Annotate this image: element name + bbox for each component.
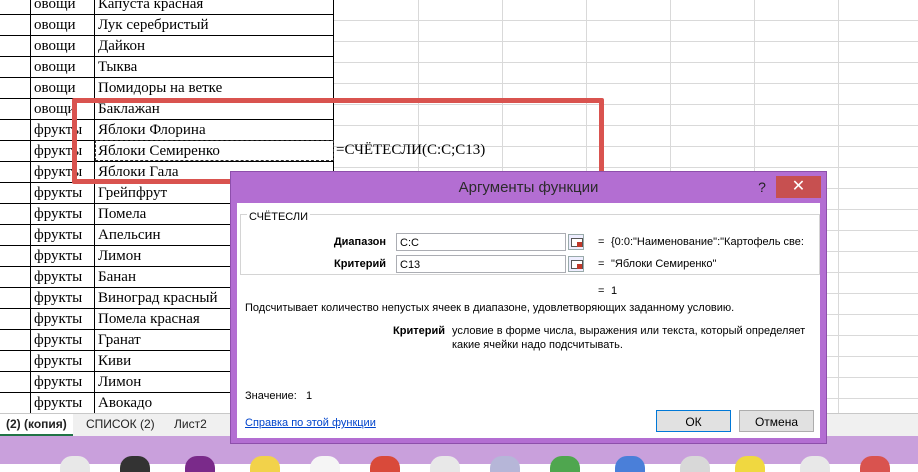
- taskbar-app-icon[interactable]: [735, 456, 765, 472]
- criteria-input[interactable]: C13: [396, 255, 566, 273]
- cell-empty[interactable]: [0, 246, 31, 267]
- taskbar-app-icon[interactable]: [800, 456, 830, 472]
- cell-empty[interactable]: [0, 120, 31, 141]
- taskbar-app-icon[interactable]: [310, 456, 340, 472]
- cell-empty[interactable]: [0, 372, 31, 393]
- dialog-body: СЧЁТЕСЛИ Диапазон C:C = {0:0:"Наименован…: [237, 203, 820, 438]
- close-button[interactable]: ✕: [776, 176, 821, 198]
- dialog-title: Аргументы функции: [458, 179, 599, 196]
- category-cell[interactable]: фрукты: [31, 267, 95, 288]
- column-divider: [838, 0, 839, 413]
- taskbar-app-icon[interactable]: [185, 456, 215, 472]
- tab-sheet-copy[interactable]: (2) (копия): [0, 414, 73, 436]
- category-cell[interactable]: фрукты: [31, 225, 95, 246]
- category-cell[interactable]: фрукты: [31, 330, 95, 351]
- product-name-cell[interactable]: Тыква: [95, 57, 334, 78]
- table-row[interactable]: овощи Тыква: [0, 57, 334, 78]
- cell-empty[interactable]: [0, 309, 31, 330]
- tab-list2[interactable]: Лист2: [168, 414, 213, 434]
- taskbar-app-icon[interactable]: [860, 456, 890, 472]
- cell-empty[interactable]: [0, 267, 31, 288]
- help-icon[interactable]: ?: [751, 176, 773, 198]
- range-input[interactable]: C:C: [396, 233, 566, 251]
- cell-empty[interactable]: [0, 99, 31, 120]
- cell-empty[interactable]: [0, 141, 31, 162]
- cell-empty[interactable]: [0, 393, 31, 413]
- cell-empty[interactable]: [0, 162, 31, 183]
- cell-empty[interactable]: [0, 36, 31, 57]
- table-row[interactable]: овощи Дайкон: [0, 36, 334, 57]
- cell-empty[interactable]: [0, 15, 31, 36]
- category-cell[interactable]: овощи: [31, 36, 95, 57]
- category-cell[interactable]: фрукты: [31, 288, 95, 309]
- cell-empty[interactable]: [0, 288, 31, 309]
- function-name: СЧЁТЕСЛИ: [247, 211, 311, 223]
- taskbar-app-icon[interactable]: [370, 456, 400, 472]
- cell-empty[interactable]: [0, 225, 31, 246]
- function-arguments-dialog: Аргументы функции ? ✕ СЧЁТЕСЛИ Диапазон …: [230, 171, 827, 444]
- function-description: Подсчитывает количество непустых ячеек в…: [245, 302, 735, 314]
- cell-empty[interactable]: [0, 183, 31, 204]
- category-cell[interactable]: фрукты: [31, 351, 95, 372]
- product-name-cell[interactable]: Лук серебристый: [95, 15, 334, 36]
- range-result: {0:0:"Наименование":"Картофель све:: [611, 236, 804, 248]
- category-cell[interactable]: фрукты: [31, 393, 95, 413]
- cell-empty[interactable]: [0, 204, 31, 225]
- table-row[interactable]: овощи Помидоры на ветке: [0, 78, 334, 99]
- argument-help-label: Критерий: [393, 325, 445, 337]
- equals-sign: =: [598, 285, 605, 297]
- cancel-button[interactable]: Отмена: [739, 410, 814, 432]
- range-label: Диапазон: [333, 236, 386, 248]
- category-cell[interactable]: фрукты: [31, 183, 95, 204]
- ok-button[interactable]: ОК: [656, 410, 731, 432]
- taskbar-app-icon[interactable]: [680, 456, 710, 472]
- taskbar-app-icon[interactable]: [120, 456, 150, 472]
- value-label: Значение:: [245, 390, 297, 402]
- taskbar-app-icon[interactable]: [550, 456, 580, 472]
- taskbar-app-icon[interactable]: [60, 456, 90, 472]
- category-cell[interactable]: фрукты: [31, 372, 95, 393]
- criteria-label: Критерий: [334, 258, 386, 270]
- taskbar-app-icon[interactable]: [250, 456, 280, 472]
- table-row[interactable]: овощи Капуста красная: [0, 0, 334, 15]
- collapse-dialog-icon[interactable]: [568, 256, 584, 272]
- argument-help-text: какие ячейки надо подсчитывать.: [452, 339, 623, 351]
- criteria-result: "Яблоки Семиренко": [611, 258, 717, 270]
- equals-sign: =: [598, 236, 605, 248]
- taskbar-app-icon[interactable]: [490, 456, 520, 472]
- cell-empty[interactable]: [0, 57, 31, 78]
- taskbar-app-icon[interactable]: [430, 456, 460, 472]
- category-cell[interactable]: фрукты: [31, 204, 95, 225]
- category-cell[interactable]: овощи: [31, 57, 95, 78]
- function-help-link[interactable]: Справка по этой функции: [245, 417, 376, 429]
- formula-result: 1: [611, 285, 618, 297]
- product-name-cell[interactable]: Дайкон: [95, 36, 334, 57]
- tab-spisok[interactable]: СПИСОК (2): [80, 414, 161, 434]
- argument-help-text: условие в форме числа, выражения или тек…: [452, 325, 806, 337]
- category-cell[interactable]: овощи: [31, 15, 95, 36]
- product-name-cell[interactable]: Помидоры на ветке: [95, 78, 334, 99]
- cell-empty[interactable]: [0, 78, 31, 99]
- taskbar-app-icon[interactable]: [615, 456, 645, 472]
- table-row[interactable]: овощи Лук серебристый: [0, 15, 334, 36]
- category-cell[interactable]: овощи: [31, 78, 95, 99]
- cell-empty[interactable]: [0, 330, 31, 351]
- category-cell[interactable]: овощи: [31, 0, 95, 15]
- equals-sign: =: [598, 258, 605, 270]
- category-cell[interactable]: фрукты: [31, 309, 95, 330]
- product-name-cell[interactable]: Капуста красная: [95, 0, 334, 15]
- cell-empty[interactable]: [0, 351, 31, 372]
- cell-empty[interactable]: [0, 0, 31, 15]
- value-result: 1: [306, 390, 313, 402]
- collapse-dialog-icon[interactable]: [568, 234, 584, 250]
- category-cell[interactable]: фрукты: [31, 246, 95, 267]
